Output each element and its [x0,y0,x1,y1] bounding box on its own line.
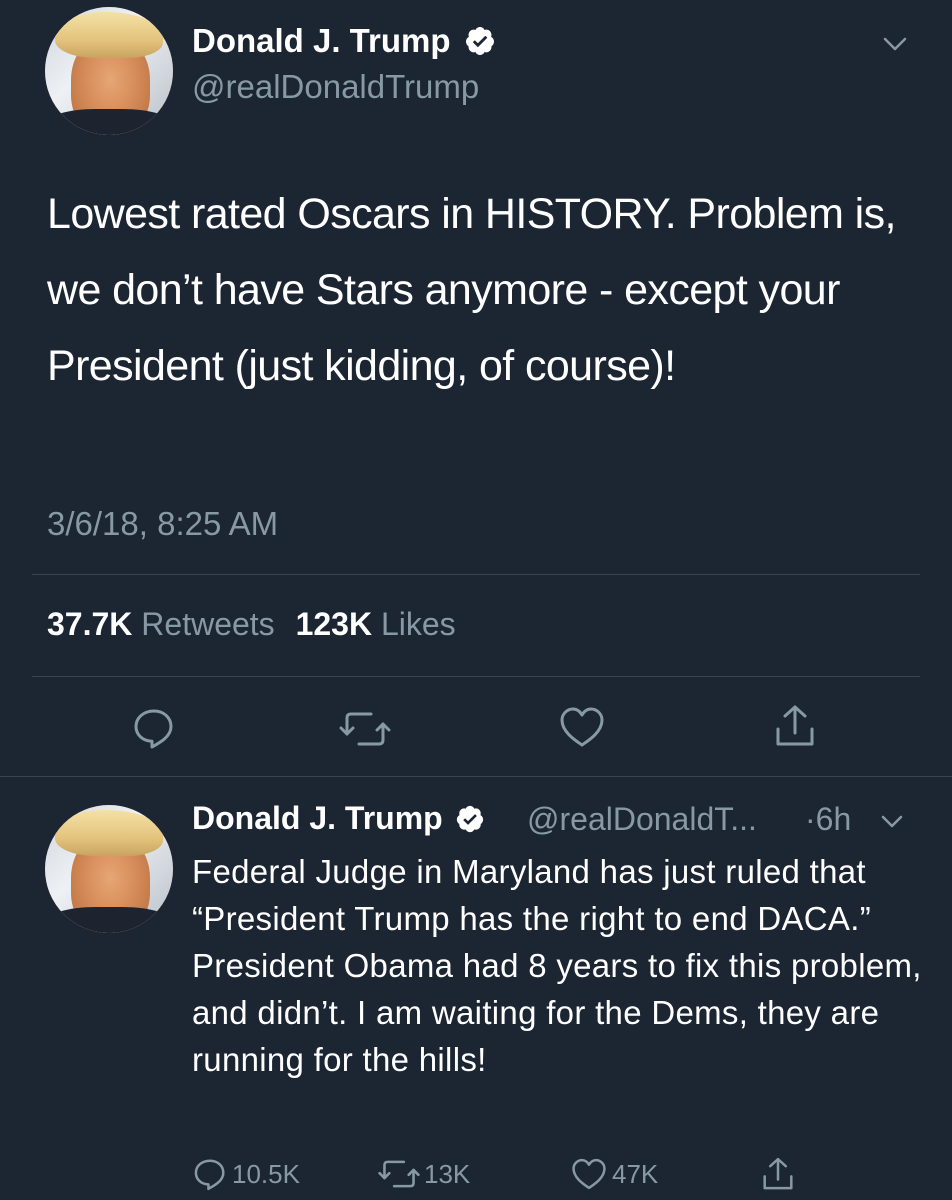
share-button[interactable] [760,1155,800,1193]
verified-badge-icon [465,27,494,56]
chevron-down-icon[interactable] [880,33,910,60]
like-icon [560,707,604,747]
like-icon [572,1158,606,1190]
tweet-separator [0,776,952,777]
reply-button[interactable]: 10.5K [192,1155,300,1193]
retweet-button[interactable]: 13K [378,1155,470,1193]
retweets-stat[interactable]: 37.7K Retweets [47,606,284,642]
likes-stat[interactable]: 123K Likes [296,606,456,642]
reply-icon [134,709,173,749]
divider [32,676,920,677]
verified-badge-icon [456,805,483,832]
avatar[interactable] [45,805,173,933]
like-button[interactable] [558,705,606,754]
reply-count: 10.5K [232,1158,300,1189]
retweet-icon [378,1160,420,1188]
reply-icon [194,1159,225,1191]
tweet-time[interactable]: ·6h [805,801,851,838]
author-name-text[interactable]: Donald J. Trump [192,800,443,836]
chevron-down-icon[interactable] [878,812,906,837]
share-button[interactable] [772,702,818,755]
divider [32,574,920,575]
main-tweet: Donald J. Trump @realDonaldTrump Lowest … [0,0,952,776]
like-button[interactable]: 47K [570,1155,658,1193]
avatar[interactable] [45,7,173,135]
likes-label: Likes [380,606,456,642]
share-icon [776,705,814,746]
author-name-text[interactable]: Donald J. Trump [192,22,451,59]
retweet-button[interactable] [339,708,391,755]
like-count: 47K [612,1158,659,1189]
retweet-icon [339,712,391,746]
reply-button[interactable] [131,705,177,756]
tweet-text: Federal Judge in Maryland has just ruled… [192,853,922,1078]
author-name[interactable]: Donald J. Trump [192,22,496,60]
tweet-stats: 37.7K Retweets 123K Likes [47,606,456,643]
share-icon [763,1157,793,1190]
author-handle[interactable]: @realDonaldTrump [192,68,479,106]
tweet-timestamp[interactable]: 3/6/18, 8:25 AM [47,505,278,543]
likes-count: 123K [295,606,373,642]
retweet-count: 13K [424,1158,471,1189]
retweets-count: 37.7K [47,606,133,642]
retweets-label: Retweets [141,606,275,642]
tweet-text: Lowest rated Oscars in HISTORY. Problem … [47,190,896,390]
author-name[interactable]: Donald J. Trump [192,800,485,837]
author-handle[interactable]: @realDonaldT... [527,801,757,838]
